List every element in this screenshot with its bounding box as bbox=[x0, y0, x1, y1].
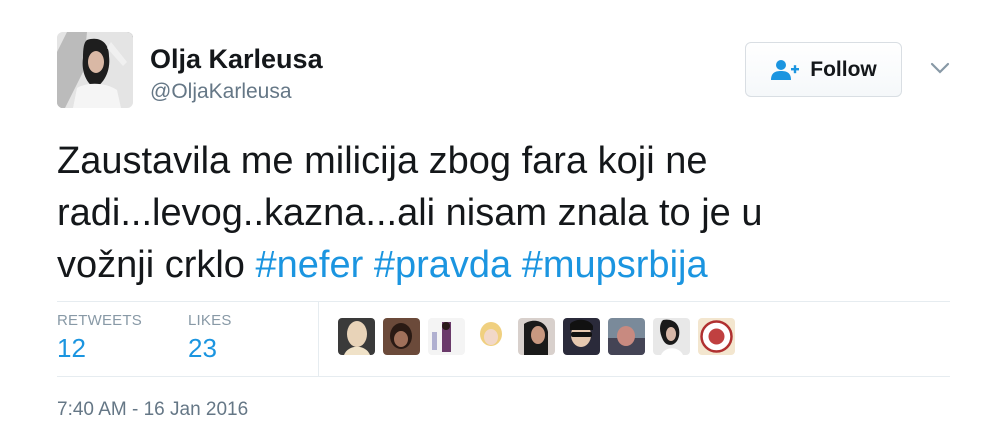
tweet-text-line-2: radi...levog..kazna...ali nisam znala to… bbox=[57, 192, 763, 234]
follow-button[interactable]: Follow bbox=[745, 42, 902, 97]
retweets-count: 12 bbox=[57, 333, 86, 363]
follow-user-icon bbox=[771, 59, 800, 80]
liker-avatar-5[interactable] bbox=[518, 318, 555, 355]
follow-button-label: Follow bbox=[810, 57, 877, 81]
tweet-text-line-1: Zaustavila me milicija zbog fara koji ne bbox=[57, 140, 708, 182]
retweets-stat[interactable]: RETWEETS 12 bbox=[57, 312, 142, 364]
stats-top-divider bbox=[57, 301, 950, 302]
liker-avatar-1[interactable] bbox=[338, 318, 375, 355]
liker-avatar-9[interactable] bbox=[698, 318, 735, 355]
tweet-text-line-3: vožnji crklo #nefer #pravda #mupsrbija bbox=[57, 239, 937, 291]
liker-avatar-3[interactable] bbox=[428, 318, 465, 355]
tweet-timestamp[interactable]: 7:40 AM - 16 Jan 2016 bbox=[57, 399, 248, 421]
liked-by-avatars bbox=[338, 318, 735, 355]
user-display-name[interactable]: Olja Karleusa bbox=[150, 44, 323, 75]
stats-bottom-divider bbox=[57, 376, 950, 377]
liker-avatar-8[interactable] bbox=[653, 318, 690, 355]
hashtag-link-nefer[interactable]: #nefer bbox=[256, 244, 364, 286]
liker-avatar-7[interactable] bbox=[608, 318, 645, 355]
stats-separator bbox=[318, 302, 319, 376]
hashtag-link-pravda[interactable]: #pravda bbox=[374, 244, 511, 286]
liker-avatar-4[interactable] bbox=[473, 318, 510, 355]
liker-avatar-6[interactable] bbox=[563, 318, 600, 355]
liker-avatar-2[interactable] bbox=[383, 318, 420, 355]
likes-count: 23 bbox=[188, 333, 217, 363]
profile-avatar[interactable] bbox=[57, 32, 133, 108]
likes-stat[interactable]: LIKES 23 bbox=[188, 312, 232, 364]
hashtag-link-mupsrbija[interactable]: #mupsrbija bbox=[522, 244, 708, 286]
likes-label: LIKES bbox=[188, 312, 232, 329]
more-options-chevron-down-icon[interactable] bbox=[928, 58, 952, 78]
user-handle[interactable]: @OljaKarleusa bbox=[150, 80, 292, 104]
tweet-text: Zaustavila me milicija zbog fara koji ne… bbox=[57, 135, 937, 291]
tweet-text-plain: vožnji crklo bbox=[57, 244, 245, 286]
retweets-label: RETWEETS bbox=[57, 312, 142, 329]
